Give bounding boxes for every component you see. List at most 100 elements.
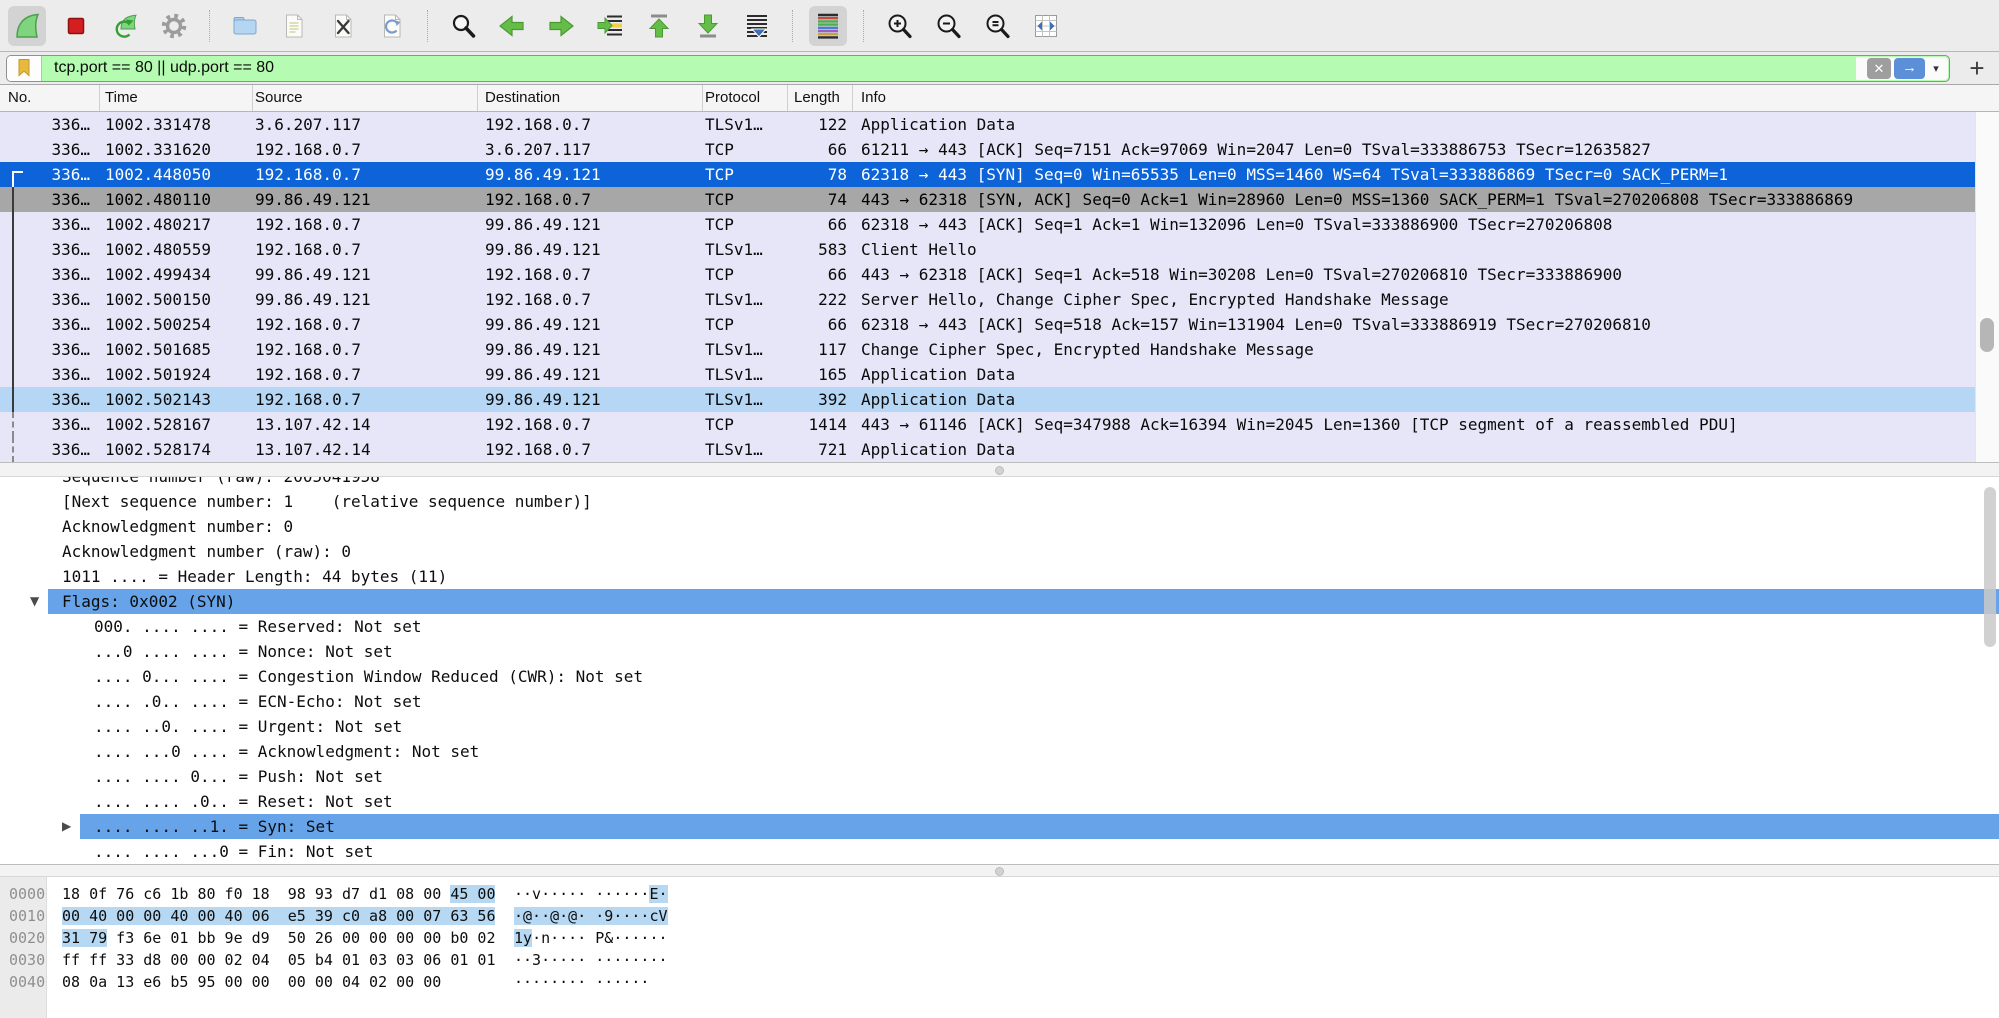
colorize-packets-button[interactable] [809,6,847,46]
go-to-top-button[interactable] [640,6,678,46]
cell-len: 74 [788,187,853,212]
cell-proto: TCP [703,162,788,187]
packet-row[interactable]: 336…1002.50015099.86.49.121192.168.0.7TL… [0,287,1999,312]
detail-line[interactable]: ...0 .... .... = Nonce: Not set [0,639,1999,664]
column-header-time[interactable]: Time [100,85,253,111]
cell-time: 1002.448050 [100,162,253,187]
packet-row[interactable]: 336…1002.49943499.86.49.121192.168.0.7TC… [0,262,1999,287]
cell-info: 62318 → 443 [ACK] Seq=518 Ack=157 Win=13… [853,312,1999,337]
packet-row[interactable]: 336…1002.480559192.168.0.799.86.49.121TL… [0,237,1999,262]
display-filter-input[interactable]: tcp.port == 80 || udp.port == 80 ✕ → ▾ [6,55,1950,82]
details-scrollbar-thumb[interactable] [1984,487,1996,647]
packet-row[interactable]: 336…1002.501924192.168.0.799.86.49.121TL… [0,362,1999,387]
detail-line[interactable]: .... ...0 .... = Acknowledgment: Not set [0,739,1999,764]
detail-line[interactable]: .... .0.. .... = ECN-Echo: Not set [0,689,1999,714]
scrollbar-thumb[interactable] [1980,318,1994,352]
column-header-source[interactable]: Source [253,85,478,111]
cell-info: 443 → 61146 [ACK] Seq=347988 Ack=16394 W… [853,412,1999,437]
column-header-length[interactable]: Length [788,85,853,111]
detail-line[interactable]: Acknowledgment number: 0 [0,514,1999,539]
column-header-info[interactable]: Info [853,85,1999,111]
cell-proto: TLSv1… [703,362,788,387]
cell-src: 13.107.42.14 [253,412,478,437]
filter-add-button[interactable]: + [1962,55,1992,81]
detail-line[interactable]: .... .... .0.. = Reset: Not set [0,789,1999,814]
packet-row[interactable]: 336…1002.52816713.107.42.14192.168.0.7TC… [0,412,1999,437]
detail-line[interactable]: Acknowledgment number (raw): 0 [0,539,1999,564]
detail-line[interactable]: .... 0... .... = Congestion Window Reduc… [0,664,1999,689]
cell-proto: TLSv1… [703,387,788,412]
detail-line[interactable]: .... .... ...0 = Fin: Not set [0,839,1999,864]
cell-no: 336… [0,412,100,437]
packet-list-scrollbar[interactable] [1975,112,1999,462]
packet-row[interactable]: 336…1002.448050192.168.0.799.86.49.121TC… [0,162,1999,187]
detail-line[interactable]: Sequence number (raw): 2005041958 [0,477,1999,489]
go-forward-button[interactable] [542,6,580,46]
find-packet-button[interactable] [444,6,482,46]
detail-line[interactable]: ▼Flags: 0x002 (SYN) [0,589,1999,614]
detail-line[interactable]: 1011 .... = Header Length: 44 bytes (11) [0,564,1999,589]
cell-no: 336… [0,262,100,287]
filter-apply-button[interactable]: → [1894,58,1925,79]
filter-toolbar: tcp.port == 80 || udp.port == 80 ✕ → ▾ + [0,52,1999,85]
restart-capture-button[interactable] [106,6,144,46]
detail-text: .... 0... .... = Congestion Window Reduc… [94,664,643,689]
detail-line[interactable]: .... .... 0... = Push: Not set [0,764,1999,789]
detail-line[interactable]: 000. .... .... = Reserved: Not set [0,614,1999,639]
packet-row[interactable]: 336…1002.501685192.168.0.799.86.49.121TL… [0,337,1999,362]
packet-row[interactable]: 336…1002.52817413.107.42.14192.168.0.7TL… [0,437,1999,462]
cell-len: 66 [788,137,853,162]
column-header-no[interactable]: No. [0,85,100,111]
save-file-button[interactable] [275,6,313,46]
auto-scroll-button[interactable] [738,6,776,46]
capture-options-button[interactable] [155,6,193,46]
hex-row[interactable]: 002031 79 f3 6e 01 bb 9e d9 50 26 00 00 … [0,927,1999,949]
cell-src: 192.168.0.7 [253,387,478,412]
resize-columns-button[interactable] [1027,6,1065,46]
packet-row[interactable]: 336…1002.3314783.6.207.117192.168.0.7TLS… [0,112,1999,137]
packet-row[interactable]: 336…1002.331620192.168.0.73.6.207.117TCP… [0,137,1999,162]
go-back-button[interactable] [493,6,531,46]
stop-capture-button[interactable] [57,6,95,46]
packet-row[interactable]: 336…1002.480217192.168.0.799.86.49.121TC… [0,212,1999,237]
cell-time: 1002.501685 [100,337,253,362]
cell-no: 336… [0,437,100,462]
cell-src: 192.168.0.7 [253,137,478,162]
hex-row[interactable]: 000018 0f 76 c6 1b 80 f0 18 98 93 d7 d1 … [0,883,1999,905]
hex-row[interactable]: 001000 40 00 00 40 00 40 06 e5 39 c0 a8 … [0,905,1999,927]
collapse-toggle-icon[interactable]: ▼ [30,589,39,614]
start-capture-button[interactable] [8,6,46,46]
packet-row[interactable]: 336…1002.48011099.86.49.121192.168.0.7TC… [0,187,1999,212]
close-file-button[interactable] [324,6,362,46]
detail-line[interactable]: [Next sequence number: 1 (relative seque… [0,489,1999,514]
hex-row[interactable]: 0030ff ff 33 d8 00 00 02 04 05 b4 01 03 … [0,949,1999,971]
filter-bookmark-button[interactable] [7,56,42,81]
pane-splitter-bottom[interactable] [0,864,1999,877]
packet-row[interactable]: 336…1002.502143192.168.0.799.86.49.121TL… [0,387,1999,412]
detail-line[interactable]: .... ..0. .... = Urgent: Not set [0,714,1999,739]
main-toolbar [0,0,1999,52]
column-header-destination[interactable]: Destination [478,85,703,111]
open-file-button[interactable] [226,6,264,46]
zoom-out-button[interactable] [929,6,967,46]
cell-info: Application Data [853,437,1999,462]
folder-icon [230,11,260,41]
hex-row[interactable]: 004008 0a 13 e6 b5 95 00 00 00 00 04 02 … [0,971,1999,993]
cell-src: 192.168.0.7 [253,337,478,362]
cell-dst: 192.168.0.7 [478,287,703,312]
column-header-protocol[interactable]: Protocol [703,85,788,111]
filter-clear-button[interactable]: ✕ [1867,58,1891,79]
zoom-in-button[interactable] [880,6,918,46]
zoom-reset-button[interactable] [978,6,1016,46]
filter-buttons: ✕ → ▾ [1856,57,1948,80]
go-to-packet-button[interactable] [591,6,629,46]
detail-line[interactable]: ▶.... .... ..1. = Syn: Set [0,814,1999,839]
filter-dropdown-caret-icon[interactable]: ▾ [1928,62,1944,75]
cell-no: 336… [0,162,100,187]
reload-file-button[interactable] [373,6,411,46]
packet-list-pane: No. Time Source Destination Protocol Len… [0,85,1999,462]
expand-toggle-icon[interactable]: ▶ [62,814,71,839]
packet-row[interactable]: 336…1002.500254192.168.0.799.86.49.121TC… [0,312,1999,337]
go-to-bottom-button[interactable] [689,6,727,46]
pane-splitter-top[interactable] [0,462,1999,477]
